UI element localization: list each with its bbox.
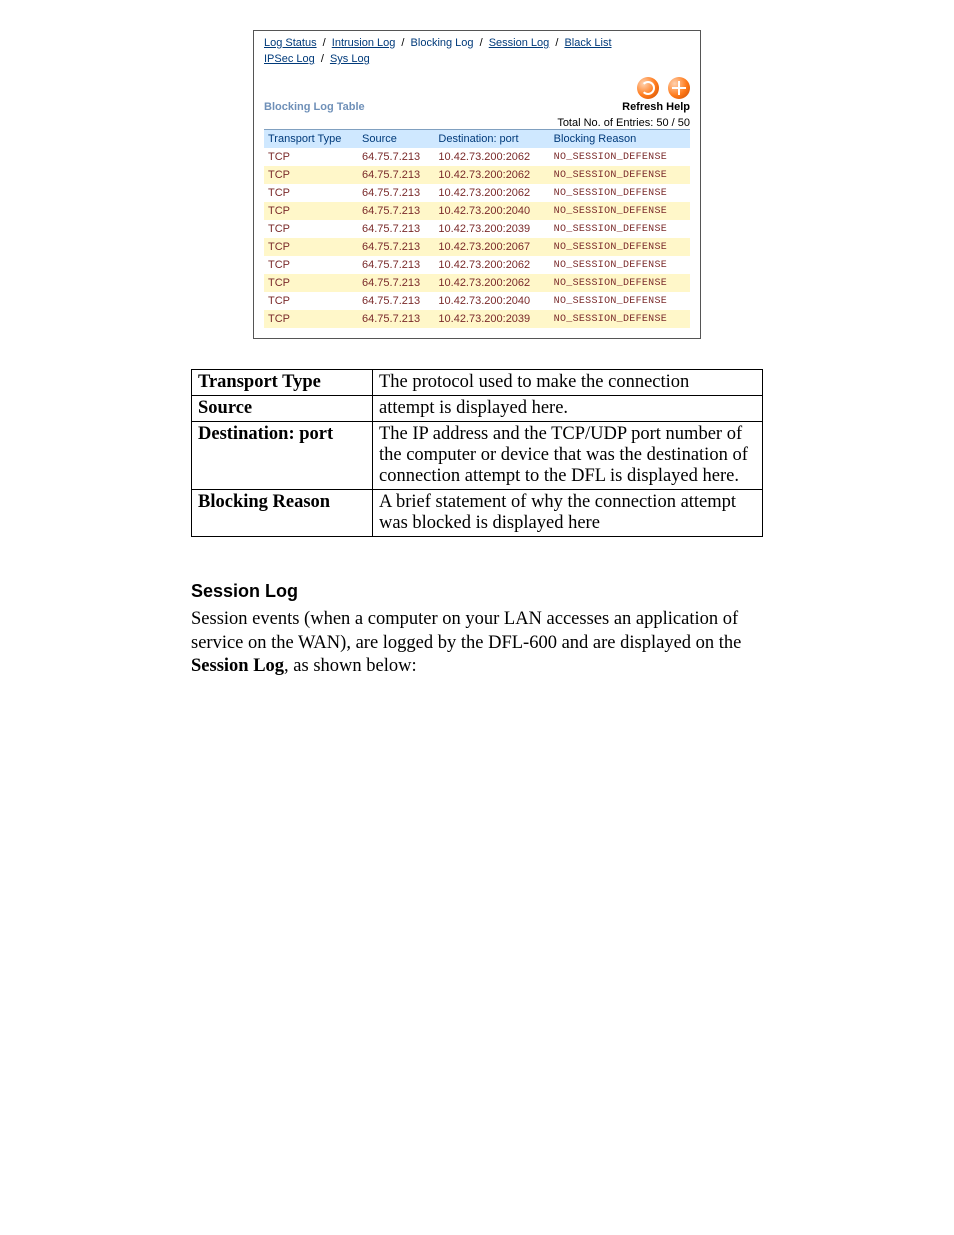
action-bar: Refresh Help bbox=[622, 77, 690, 113]
table-row: TCP64.75.7.21310.42.73.200:2062NO_SESSIO… bbox=[264, 166, 690, 184]
log-nav-row-2: IPSec Log / Sys Log bbox=[264, 53, 690, 65]
cell-transport: TCP bbox=[264, 256, 358, 274]
cell-reason: NO_SESSION_DEFENSE bbox=[550, 238, 690, 256]
entries-count: Total No. of Entries: 50 / 50 bbox=[264, 117, 690, 129]
desc-key: Transport Type bbox=[192, 370, 373, 396]
session-log-p1b: , as shown below: bbox=[284, 656, 417, 676]
desc-row: Transport TypeThe protocol used to make … bbox=[192, 370, 763, 396]
cell-reason: NO_SESSION_DEFENSE bbox=[550, 310, 690, 328]
cell-transport: TCP bbox=[264, 292, 358, 310]
session-log-bold: Session Log bbox=[191, 656, 284, 676]
table-row: TCP64.75.7.21310.42.73.200:2067NO_SESSIO… bbox=[264, 238, 690, 256]
cell-reason: NO_SESSION_DEFENSE bbox=[550, 220, 690, 238]
cell-dest: 10.42.73.200:2062 bbox=[434, 274, 549, 292]
session-log-heading: Session Log bbox=[191, 581, 763, 602]
table-row: TCP64.75.7.21310.42.73.200:2040NO_SESSIO… bbox=[264, 202, 690, 220]
cell-source: 64.75.7.213 bbox=[358, 184, 434, 202]
refresh-icon[interactable] bbox=[637, 77, 659, 99]
desc-key: Destination: port bbox=[192, 422, 373, 490]
separator: / bbox=[318, 53, 327, 65]
nav-log-status[interactable]: Log Status bbox=[264, 37, 317, 49]
field-description-table: Transport TypeThe protocol used to make … bbox=[191, 369, 763, 537]
nav-session-log[interactable]: Session Log bbox=[489, 37, 550, 49]
blocking-log-panel: Log Status / Intrusion Log / Blocking Lo… bbox=[253, 30, 701, 339]
col-source: Source bbox=[358, 130, 434, 149]
cell-reason: NO_SESSION_DEFENSE bbox=[550, 166, 690, 184]
cell-reason: NO_SESSION_DEFENSE bbox=[550, 184, 690, 202]
refresh-label: Refresh bbox=[622, 101, 663, 113]
cell-dest: 10.42.73.200:2039 bbox=[434, 220, 549, 238]
table-row: TCP64.75.7.21310.42.73.200:2062NO_SESSIO… bbox=[264, 256, 690, 274]
help-icon[interactable] bbox=[668, 77, 690, 99]
separator: / bbox=[398, 37, 407, 49]
table-row: TCP64.75.7.21310.42.73.200:2062NO_SESSIO… bbox=[264, 274, 690, 292]
cell-transport: TCP bbox=[264, 166, 358, 184]
separator: / bbox=[320, 37, 329, 49]
cell-source: 64.75.7.213 bbox=[358, 238, 434, 256]
cell-dest: 10.42.73.200:2062 bbox=[434, 256, 549, 274]
cell-source: 64.75.7.213 bbox=[358, 166, 434, 184]
desc-value: The IP address and the TCP/UDP port numb… bbox=[373, 422, 763, 490]
cell-transport: TCP bbox=[264, 148, 358, 166]
separator: / bbox=[552, 37, 561, 49]
cell-transport: TCP bbox=[264, 202, 358, 220]
cell-dest: 10.42.73.200:2062 bbox=[434, 166, 549, 184]
col-transport-type: Transport Type bbox=[264, 130, 358, 149]
col-destination: Destination: port bbox=[434, 130, 549, 149]
cell-dest: 10.42.73.200:2040 bbox=[434, 292, 549, 310]
desc-value: attempt is displayed here. bbox=[373, 396, 763, 422]
nav-sys-log[interactable]: Sys Log bbox=[330, 53, 370, 65]
desc-row: Blocking ReasonA brief statement of why … bbox=[192, 490, 763, 537]
table-row: TCP64.75.7.21310.42.73.200:2039NO_SESSIO… bbox=[264, 220, 690, 238]
desc-key: Source bbox=[192, 396, 373, 422]
nav-intrusion-log[interactable]: Intrusion Log bbox=[332, 37, 396, 49]
table-row: TCP64.75.7.21310.42.73.200:2039NO_SESSIO… bbox=[264, 310, 690, 328]
cell-source: 64.75.7.213 bbox=[358, 310, 434, 328]
cell-transport: TCP bbox=[264, 220, 358, 238]
body-text: Session Log Session events (when a compu… bbox=[191, 581, 763, 679]
nav-ipsec-log[interactable]: IPSec Log bbox=[264, 53, 315, 65]
desc-key: Blocking Reason bbox=[192, 490, 373, 537]
cell-dest: 10.42.73.200:2062 bbox=[434, 184, 549, 202]
table-row: TCP64.75.7.21310.42.73.200:2062NO_SESSIO… bbox=[264, 184, 690, 202]
nav-black-list[interactable]: Black List bbox=[564, 37, 611, 49]
cell-reason: NO_SESSION_DEFENSE bbox=[550, 256, 690, 274]
nav-blocking-log-current: Blocking Log bbox=[411, 37, 474, 49]
cell-dest: 10.42.73.200:2062 bbox=[434, 148, 549, 166]
help-label: Help bbox=[666, 101, 690, 113]
log-nav-row-1: Log Status / Intrusion Log / Blocking Lo… bbox=[264, 37, 690, 49]
cell-dest: 10.42.73.200:2040 bbox=[434, 202, 549, 220]
cell-source: 64.75.7.213 bbox=[358, 202, 434, 220]
cell-reason: NO_SESSION_DEFENSE bbox=[550, 292, 690, 310]
cell-transport: TCP bbox=[264, 310, 358, 328]
session-log-p1a: Session events (when a computer on your … bbox=[191, 609, 741, 653]
cell-reason: NO_SESSION_DEFENSE bbox=[550, 202, 690, 220]
desc-value: The protocol used to make the connection bbox=[373, 370, 763, 396]
cell-source: 64.75.7.213 bbox=[358, 292, 434, 310]
blocking-log-table: Transport Type Source Destination: port … bbox=[264, 129, 690, 328]
cell-reason: NO_SESSION_DEFENSE bbox=[550, 148, 690, 166]
cell-source: 64.75.7.213 bbox=[358, 256, 434, 274]
cell-reason: NO_SESSION_DEFENSE bbox=[550, 274, 690, 292]
table-row: TCP64.75.7.21310.42.73.200:2062NO_SESSIO… bbox=[264, 148, 690, 166]
cell-source: 64.75.7.213 bbox=[358, 220, 434, 238]
cell-transport: TCP bbox=[264, 274, 358, 292]
separator: / bbox=[477, 37, 486, 49]
desc-value: A brief statement of why the connection … bbox=[373, 490, 763, 537]
col-reason: Blocking Reason bbox=[550, 130, 690, 149]
cell-dest: 10.42.73.200:2067 bbox=[434, 238, 549, 256]
cell-transport: TCP bbox=[264, 184, 358, 202]
cell-transport: TCP bbox=[264, 238, 358, 256]
desc-row: Sourceattempt is displayed here. bbox=[192, 396, 763, 422]
cell-source: 64.75.7.213 bbox=[358, 148, 434, 166]
desc-row: Destination: portThe IP address and the … bbox=[192, 422, 763, 490]
table-row: TCP64.75.7.21310.42.73.200:2040NO_SESSIO… bbox=[264, 292, 690, 310]
cell-dest: 10.42.73.200:2039 bbox=[434, 310, 549, 328]
cell-source: 64.75.7.213 bbox=[358, 274, 434, 292]
